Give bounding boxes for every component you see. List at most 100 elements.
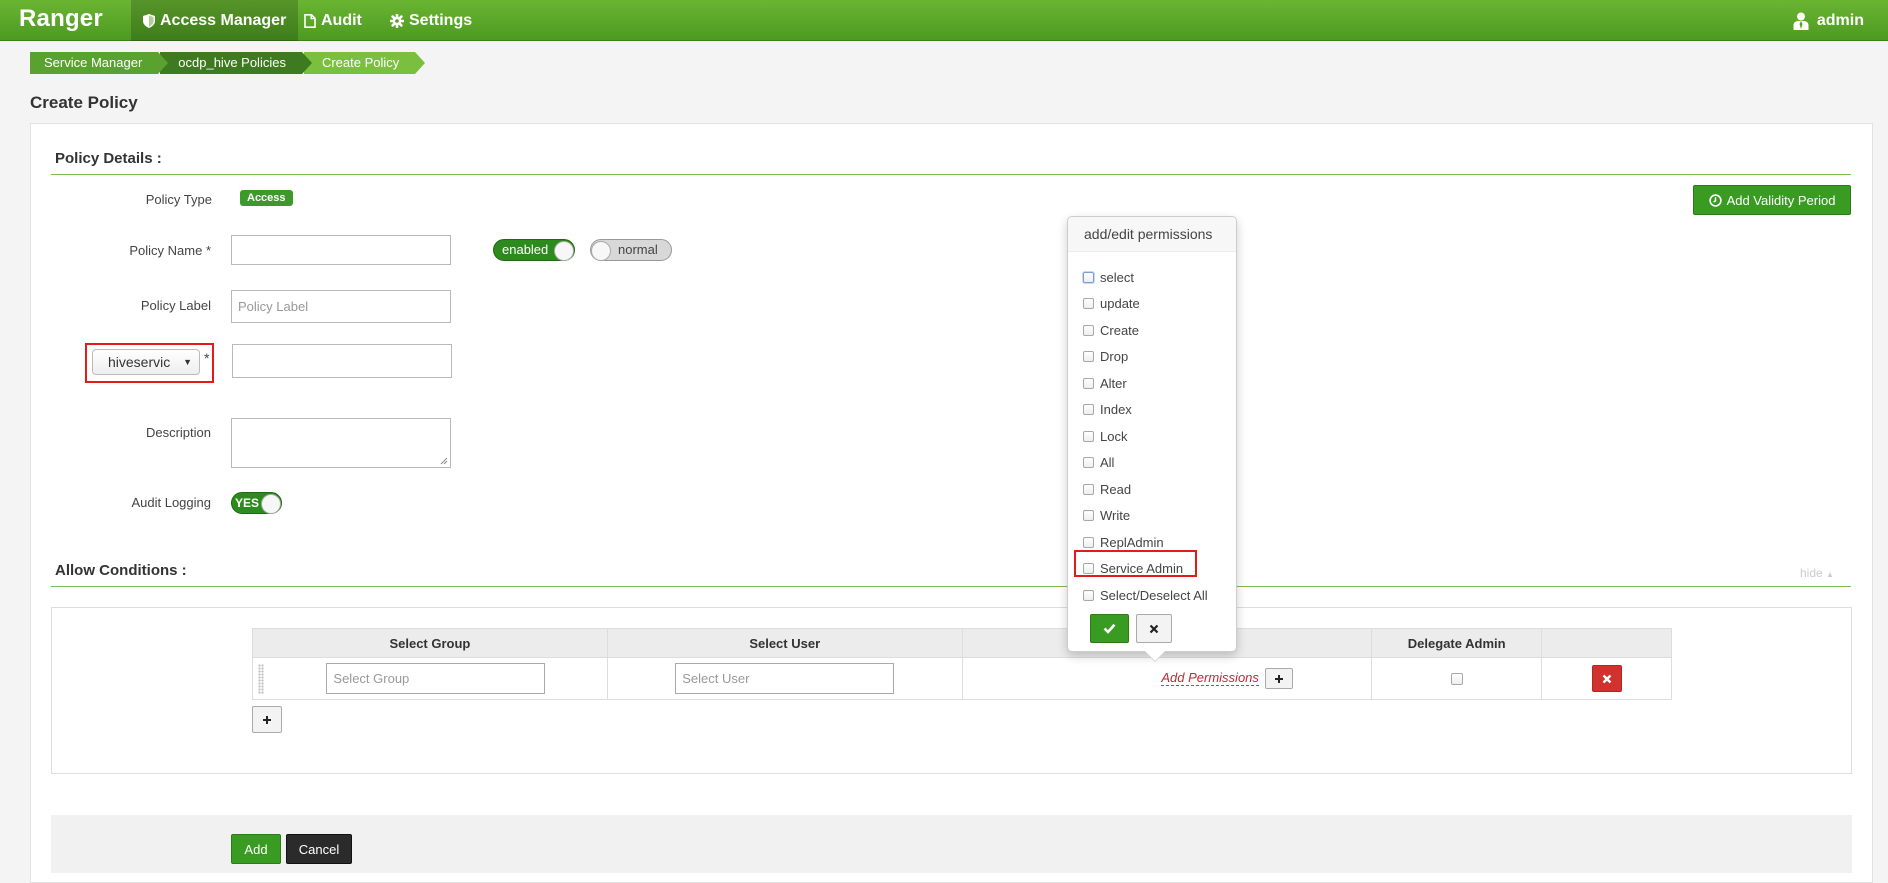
perm-write[interactable]: Write — [1083, 503, 1208, 530]
permissions-popover: add/edit permissions select update Creat… — [1067, 216, 1237, 652]
policy-label-input[interactable]: Policy Label — [231, 290, 451, 323]
permissions-cancel-button[interactable] — [1136, 614, 1172, 643]
perm-select-checkbox[interactable] — [1083, 271, 1094, 283]
policy-enabled-knob — [554, 241, 574, 261]
add-validity-period-label: Add Validity Period — [1726, 192, 1836, 208]
perm-read-checkbox[interactable] — [1083, 483, 1094, 495]
resource-type-select[interactable]: hiveservic ▼ — [92, 349, 200, 375]
perm-update-label: update — [1100, 296, 1140, 312]
add-permissions-button[interactable] — [1264, 668, 1293, 689]
perm-lock[interactable]: Lock — [1083, 423, 1208, 450]
nav-settings[interactable]: Settings — [378, 0, 484, 41]
permissions-popover-title: add/edit permissions — [1068, 217, 1236, 252]
add-button-label: Add — [244, 841, 268, 857]
perm-all[interactable]: All — [1083, 450, 1208, 477]
perm-write-checkbox[interactable] — [1083, 510, 1094, 522]
breadcrumb-policies[interactable]: ocdp_hive Policies — [160, 52, 312, 74]
col-select-group: Select Group — [252, 628, 608, 658]
nav-access-manager-label: Access Manager — [160, 12, 287, 29]
perm-repladmin-checkbox[interactable] — [1083, 536, 1094, 548]
caret-down-icon: ▼ — [183, 357, 192, 367]
perm-write-label: Write — [1100, 508, 1131, 524]
perm-index[interactable]: Index — [1083, 397, 1208, 424]
resource-type-value: hiveservic — [108, 354, 171, 370]
perm-alter[interactable]: Alter — [1083, 370, 1208, 397]
nav-audit[interactable]: Audit — [292, 0, 374, 41]
perm-index-label: Index — [1100, 402, 1132, 418]
perm-update[interactable]: update — [1083, 291, 1208, 318]
select-group-input[interactable]: Select Group — [326, 663, 546, 694]
nav-settings-label: Settings — [409, 12, 473, 29]
perm-read-label: Read — [1100, 481, 1132, 497]
perm-select-deselect-all-checkbox[interactable] — [1083, 589, 1094, 601]
permissions-confirm-button[interactable] — [1090, 614, 1129, 643]
perm-alter-label: Alter — [1100, 375, 1127, 391]
policy-priority-toggle[interactable]: normal — [590, 239, 672, 261]
drag-handle-icon[interactable] — [258, 664, 264, 694]
add-validity-period-button[interactable]: Add Validity Period — [1693, 185, 1851, 215]
resize-grip-icon — [440, 457, 448, 465]
perm-create-checkbox[interactable] — [1083, 324, 1094, 336]
perm-drop-label: Drop — [1100, 349, 1129, 365]
hide-conditions-link[interactable]: hide ▲ — [1800, 566, 1834, 580]
page-title: Create Policy — [30, 93, 138, 112]
policy-type-label: Policy Type — [145, 192, 212, 207]
policy-name-label: Policy Name * — [129, 243, 211, 258]
perm-select[interactable]: select — [1083, 264, 1208, 291]
perm-drop[interactable]: Drop — [1083, 344, 1208, 371]
select-user-input[interactable]: Select User — [675, 663, 895, 694]
close-icon — [1149, 624, 1159, 633]
group-cell: Select Group — [252, 657, 608, 700]
perm-select-label: select — [1100, 269, 1134, 285]
policy-type-badge: Access — [240, 190, 293, 206]
policy-name-input[interactable] — [231, 235, 451, 265]
perm-lock-label: Lock — [1100, 428, 1128, 444]
col-actions — [1541, 628, 1672, 658]
perm-select-deselect-all-label: Select/Deselect All — [1100, 587, 1208, 603]
policy-enabled-toggle[interactable]: enabled — [493, 239, 575, 261]
perm-index-checkbox[interactable] — [1083, 404, 1094, 416]
actions-cell — [1541, 657, 1672, 700]
nav-access-manager[interactable]: Access Manager — [131, 0, 299, 41]
perm-lock-checkbox[interactable] — [1083, 430, 1094, 442]
perm-all-checkbox[interactable] — [1083, 457, 1094, 469]
audit-logging-toggle[interactable]: YES — [231, 492, 282, 514]
perm-update-checkbox[interactable] — [1083, 298, 1094, 310]
add-condition-row-button[interactable] — [252, 706, 282, 733]
breadcrumb-service-manager[interactable]: Service Manager — [30, 52, 169, 74]
close-icon — [1602, 674, 1611, 683]
breadcrumb: Service Manager ocdp_hive Policies Creat… — [30, 52, 426, 74]
shield-icon — [143, 13, 155, 28]
allow-conditions-heading: Allow Conditions : — [55, 562, 187, 579]
resource-value-input[interactable] — [232, 344, 452, 378]
add-permissions-link[interactable]: Add Permissions — [1161, 669, 1259, 686]
plus-icon — [263, 715, 271, 724]
perm-read[interactable]: Read — [1083, 476, 1208, 503]
audit-logging-knob — [261, 494, 281, 514]
policy-details-heading: Policy Details : — [55, 150, 162, 167]
perm-select-deselect-all[interactable]: Select/Deselect All — [1083, 582, 1208, 609]
file-icon — [304, 13, 316, 28]
table-header-row: Select Group Select User Delegate Admin — [252, 628, 1672, 658]
delete-row-button[interactable] — [1591, 665, 1622, 692]
breadcrumb-create-policy: Create Policy — [303, 52, 426, 74]
col-select-user: Select User — [606, 628, 963, 658]
policy-enabled-label: enabled — [502, 242, 549, 257]
add-button[interactable]: Add — [231, 834, 281, 864]
perm-repladmin-label: ReplAdmin — [1100, 534, 1164, 550]
policy-label-label: Policy Label — [140, 298, 211, 313]
delegate-admin-checkbox[interactable] — [1450, 672, 1463, 685]
perm-alter-checkbox[interactable] — [1083, 377, 1094, 389]
caret-up-icon: ▲ — [1826, 570, 1834, 579]
col-delegate-admin: Delegate Admin — [1371, 628, 1543, 658]
description-textarea[interactable] — [231, 418, 451, 468]
perm-drop-checkbox[interactable] — [1083, 351, 1094, 363]
description-label: Description — [145, 425, 211, 440]
user-menu[interactable]: admin — [1793, 0, 1864, 41]
cancel-button[interactable]: Cancel — [286, 834, 352, 864]
user-icon — [1793, 12, 1809, 30]
perm-create[interactable]: Create — [1083, 317, 1208, 344]
policy-priority-label: normal — [618, 242, 658, 257]
allow-conditions-divider — [51, 586, 1851, 587]
brand-logo[interactable]: Ranger — [19, 5, 103, 33]
